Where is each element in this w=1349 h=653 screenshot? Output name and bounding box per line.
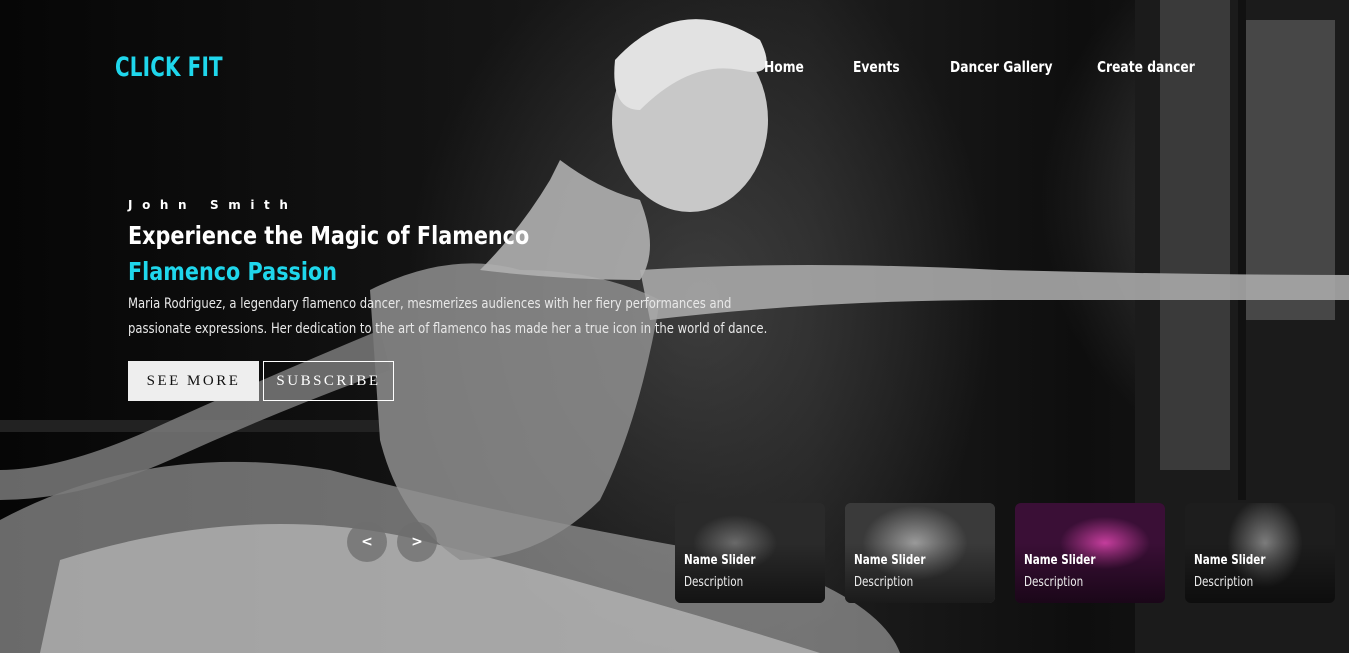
- thumbnail-name: Name Slider: [854, 553, 926, 568]
- hero-description: Maria Rodriguez, a legendary flamenco da…: [128, 296, 768, 337]
- thumbnail-description: Description: [684, 575, 744, 590]
- slider-prev-button[interactable]: <: [347, 522, 387, 562]
- thumbnail-description: Description: [1194, 575, 1254, 590]
- slider-thumbnail[interactable]: Name Slider Description: [675, 503, 825, 603]
- nav-item-home[interactable]: Home: [764, 58, 804, 76]
- hero-subtitle: Flamenco Passion: [128, 257, 338, 286]
- hero-title: Experience the Magic of Flamenco: [128, 221, 530, 250]
- chevron-left-icon: <: [361, 534, 373, 550]
- thumbnail-description: Description: [1024, 575, 1084, 590]
- nav-item-events[interactable]: Events: [853, 58, 900, 76]
- nav-item-dancer-gallery[interactable]: Dancer Gallery: [950, 58, 1053, 76]
- slider-next-button[interactable]: >: [397, 522, 437, 562]
- see-more-button[interactable]: SEE MORE: [128, 361, 259, 401]
- slider-thumbnail[interactable]: Name Slider Description: [1185, 503, 1335, 603]
- thumbnail-name: Name Slider: [684, 553, 756, 568]
- hero-author: John Smith: [128, 198, 298, 212]
- brand-logo[interactable]: CLICK FIT: [115, 52, 223, 83]
- slider-thumbnail[interactable]: Name Slider Description: [1015, 503, 1165, 603]
- thumbnail-name: Name Slider: [1194, 553, 1266, 568]
- thumbnail-name: Name Slider: [1024, 553, 1096, 568]
- nav-item-create-dancer[interactable]: Create dancer: [1097, 58, 1195, 76]
- chevron-right-icon: >: [411, 534, 423, 550]
- subscribe-button[interactable]: SUBSCRIBE: [263, 361, 394, 401]
- slider-thumbnail[interactable]: Name Slider Description: [845, 503, 995, 603]
- thumbnail-description: Description: [854, 575, 914, 590]
